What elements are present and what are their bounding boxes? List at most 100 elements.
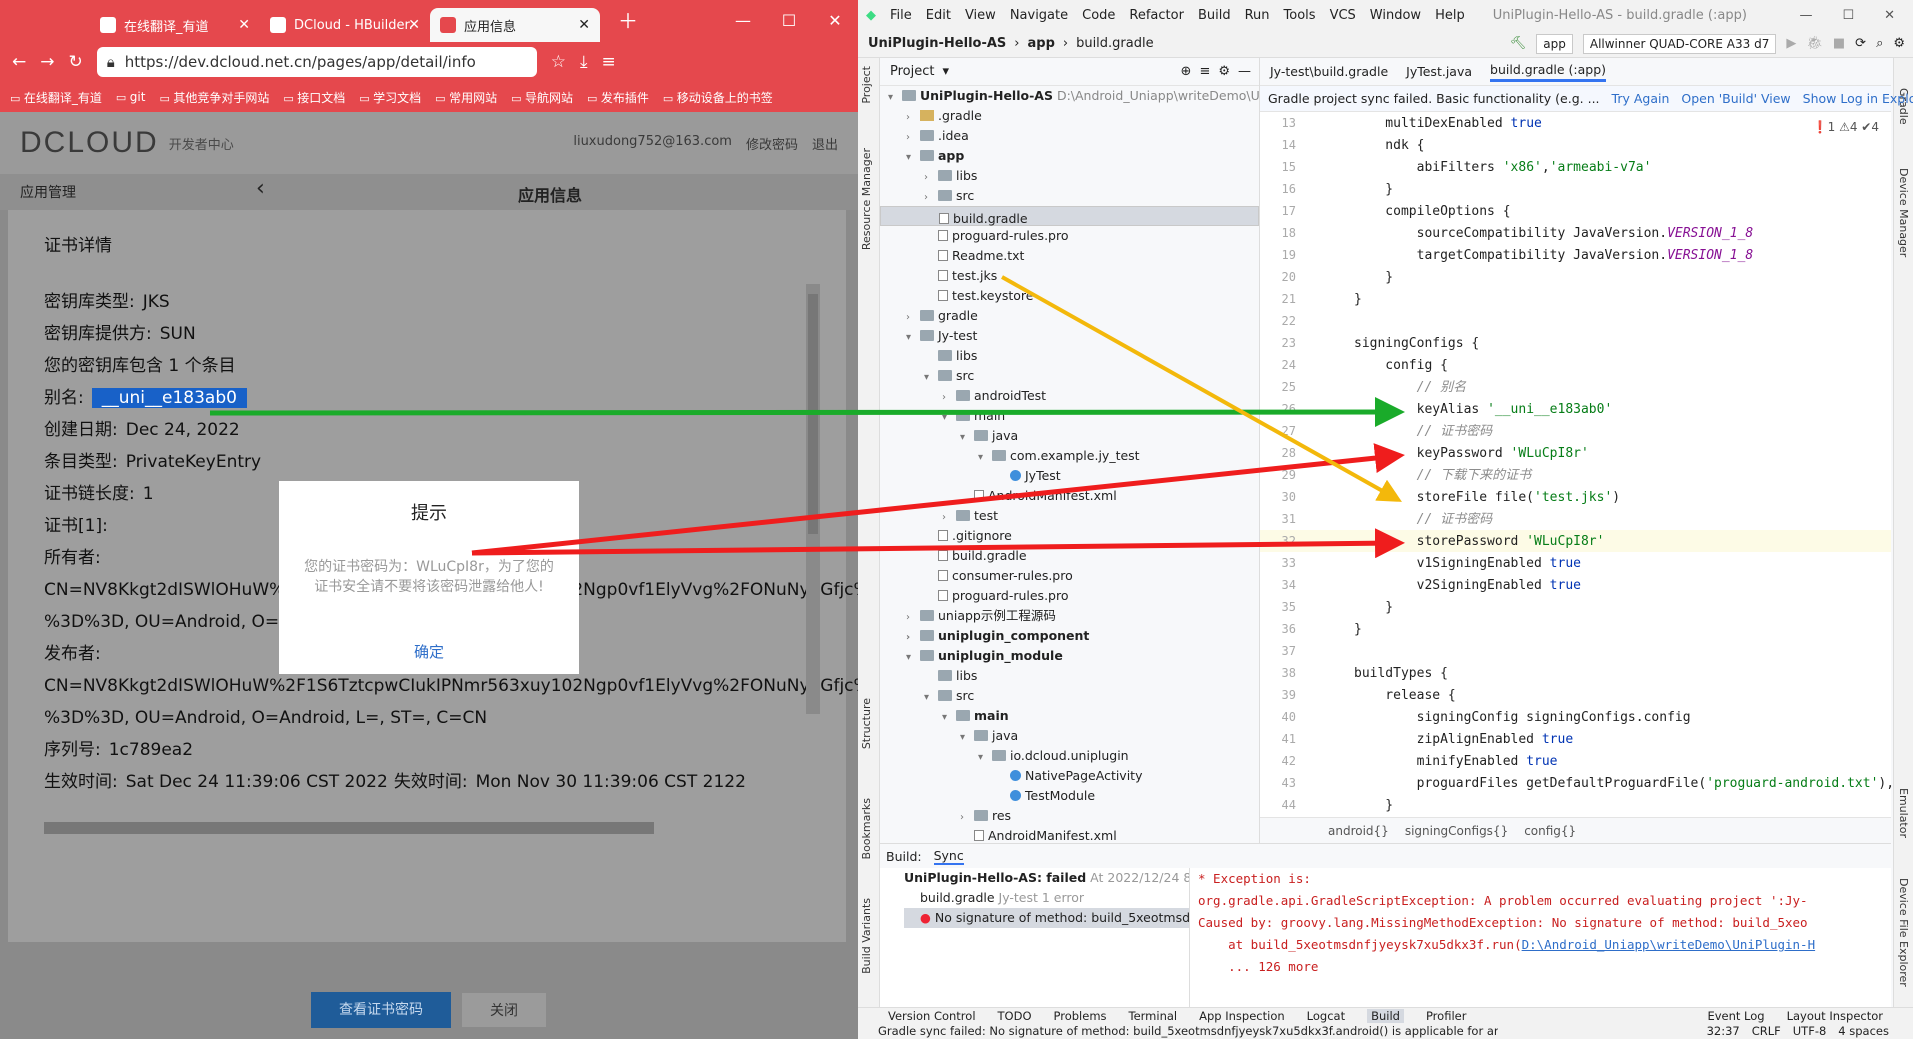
- bookmark[interactable]: 学习文档: [359, 89, 421, 106]
- code-line[interactable]: 38 buildTypes {: [1260, 662, 1891, 684]
- tree-item[interactable]: proguard-rules.pro: [880, 586, 1259, 606]
- run-icon[interactable]: ▶: [1786, 36, 1796, 51]
- status-message[interactable]: Gradle sync failed: No signature of meth…: [878, 1024, 1498, 1038]
- editor-tab[interactable]: JyTest.java: [1406, 64, 1472, 79]
- open-build-view-link[interactable]: Open 'Build' View: [1681, 91, 1790, 106]
- breadcrumb-item[interactable]: android{}: [1328, 824, 1389, 838]
- indent[interactable]: 4 spaces: [1838, 1024, 1889, 1038]
- code-line[interactable]: 40 signingConfig signingConfigs.config: [1260, 706, 1891, 728]
- tree-item[interactable]: › uniplugin_component: [880, 626, 1259, 646]
- bookmark[interactable]: 常用网站: [435, 89, 497, 106]
- tree-item[interactable]: ▾ src: [880, 366, 1259, 386]
- show-log-link[interactable]: Show Log in Explorer: [1803, 91, 1913, 106]
- close-icon[interactable]: ✕: [238, 17, 250, 33]
- gear-icon[interactable]: ⚙: [1218, 64, 1230, 79]
- dcloud-logo[interactable]: DCLOUD: [20, 126, 159, 160]
- tree-item[interactable]: ▾ UniPlugin-Hello-AS D:\Android_Uniapp\wr…: [880, 86, 1259, 106]
- code-line[interactable]: 28 keyPassword 'WLuCpI8r': [1260, 442, 1891, 464]
- chevron-icon[interactable]: ›: [960, 808, 974, 828]
- code-line[interactable]: 19 targetCompatibility JavaVersion.VERSI…: [1260, 244, 1891, 266]
- reload-icon[interactable]: ↻: [69, 52, 83, 72]
- tree-item[interactable]: › .idea: [880, 126, 1259, 146]
- logcat-tab[interactable]: Logcat: [1307, 1009, 1345, 1023]
- project-toolwindow-tab[interactable]: Project: [860, 66, 873, 104]
- code-line[interactable]: 36}: [1260, 618, 1891, 640]
- log-link[interactable]: D:\Android_Uniapp\writeDemo\UniPlugin-H: [1522, 937, 1816, 952]
- chevron-down-icon[interactable]: ▾: [942, 64, 949, 79]
- chevron-icon[interactable]: ▾: [924, 688, 938, 708]
- menu-help[interactable]: Help: [1435, 8, 1465, 23]
- code-line[interactable]: 35 }: [1260, 596, 1891, 618]
- code-line[interactable]: 43 proguardFiles getDefaultProguardFile(…: [1260, 772, 1895, 794]
- code-line[interactable]: 20 }: [1260, 266, 1891, 288]
- ok-button[interactable]: 确定: [279, 641, 579, 662]
- star-icon[interactable]: ☆: [551, 52, 566, 72]
- tree-item[interactable]: › .gradle: [880, 106, 1259, 126]
- chevron-icon[interactable]: ›: [906, 608, 920, 628]
- todo-tab[interactable]: TODO: [998, 1009, 1032, 1023]
- tree-item[interactable]: › test: [880, 506, 1259, 526]
- code-line[interactable]: 31 // 证书密码: [1260, 508, 1891, 530]
- menu-vcs[interactable]: VCS: [1330, 8, 1356, 23]
- code-line[interactable]: 15 abiFilters 'x86','armeabi-v7a': [1260, 156, 1891, 178]
- build-root[interactable]: UniPlugin-Hello-AS: failed At 2022/12/24…: [904, 868, 1189, 888]
- maximize-icon[interactable]: ☐: [766, 0, 812, 42]
- chevron-icon[interactable]: ›: [942, 388, 956, 408]
- code-line[interactable]: 27 // 证书密码: [1260, 420, 1891, 442]
- collapse-icon[interactable]: ≡: [1199, 64, 1210, 79]
- tree-item[interactable]: › uniapp示例工程源码: [880, 606, 1259, 626]
- code-line[interactable]: 33 v1SigningEnabled true: [1260, 552, 1891, 574]
- bookmark[interactable]: 移动设备上的书签: [663, 89, 773, 106]
- layout-inspector-tab[interactable]: Layout Inspector: [1787, 1009, 1883, 1023]
- structure-tab[interactable]: Structure: [860, 698, 873, 749]
- code-line[interactable]: 23 signingConfigs {: [1260, 332, 1891, 354]
- new-tab-icon[interactable]: ＋: [618, 5, 638, 34]
- code-line[interactable]: 17 compileOptions {: [1260, 200, 1891, 222]
- code-line[interactable]: 24 config {: [1260, 354, 1891, 376]
- encoding[interactable]: UTF-8: [1793, 1024, 1827, 1038]
- tree-item[interactable]: Readme.txt: [880, 246, 1259, 266]
- tab-app-info[interactable]: 应用信息 ✕: [430, 8, 600, 42]
- build-variants-tab[interactable]: Build Variants: [860, 898, 873, 974]
- tree-item[interactable]: ▾ io.dcloud.uniplugin: [880, 746, 1259, 766]
- tree-item[interactable]: build.gradle: [880, 546, 1259, 566]
- bookmarks-tab[interactable]: Bookmarks: [860, 798, 873, 859]
- crumb-project[interactable]: UniPlugin-Hello-AS: [868, 36, 1006, 51]
- menu-refactor[interactable]: Refactor: [1129, 8, 1184, 23]
- code-line[interactable]: 16 }: [1260, 178, 1891, 200]
- code-line[interactable]: 44 }: [1260, 794, 1891, 816]
- chevron-icon[interactable]: ›: [906, 308, 920, 328]
- close-button[interactable]: 关闭: [461, 992, 547, 1028]
- bookmark[interactable]: 导航网站: [511, 89, 573, 106]
- tree-item[interactable]: ▾ src: [880, 686, 1259, 706]
- alias-value[interactable]: __uni__e183ab0: [91, 388, 247, 408]
- menu-icon[interactable]: ≡: [602, 52, 616, 72]
- device-select[interactable]: Allwinner QUAD-CORE A33 d7: [1582, 33, 1777, 54]
- chevron-icon[interactable]: ▾: [960, 728, 974, 748]
- code-line[interactable]: 13 multiDexEnabled true: [1260, 112, 1891, 134]
- tree-item[interactable]: AndroidManifest.xml: [880, 486, 1259, 506]
- tree-item[interactable]: ▾ app: [880, 146, 1259, 166]
- tree-item[interactable]: test.jks: [880, 266, 1259, 286]
- event-log-tab[interactable]: Event Log: [1707, 1009, 1764, 1023]
- terminal-tab[interactable]: Terminal: [1129, 1009, 1178, 1023]
- download-icon[interactable]: ⤓: [580, 52, 588, 72]
- resource-manager-tab[interactable]: Resource Manager: [860, 148, 873, 250]
- code-line[interactable]: 30 storeFile file('test.jks'): [1260, 486, 1891, 508]
- vertical-scrollbar[interactable]: [806, 284, 820, 714]
- forward-icon[interactable]: →: [40, 52, 54, 72]
- menu-edit[interactable]: Edit: [926, 8, 951, 23]
- chevron-icon[interactable]: ›: [924, 168, 938, 188]
- app-inspection-tab[interactable]: App Inspection: [1199, 1009, 1285, 1023]
- menu-run[interactable]: Run: [1245, 8, 1270, 23]
- close-icon[interactable]: ✕: [578, 17, 590, 33]
- menu-file[interactable]: File: [890, 8, 912, 23]
- chevron-icon[interactable]: ›: [906, 108, 920, 128]
- back-icon[interactable]: ←: [12, 52, 26, 72]
- chevron-left-icon[interactable]: ‹: [256, 176, 265, 201]
- menu-tools[interactable]: Tools: [1284, 8, 1316, 23]
- change-password-link[interactable]: 修改密码: [746, 134, 798, 153]
- tab-youdao[interactable]: 在线翻译_有道 ✕: [90, 8, 260, 42]
- code-area[interactable]: 13 multiDexEnabled true 14 ndk {15 abiFil…: [1260, 112, 1895, 813]
- debug-icon[interactable]: 🐞︎: [1806, 36, 1823, 51]
